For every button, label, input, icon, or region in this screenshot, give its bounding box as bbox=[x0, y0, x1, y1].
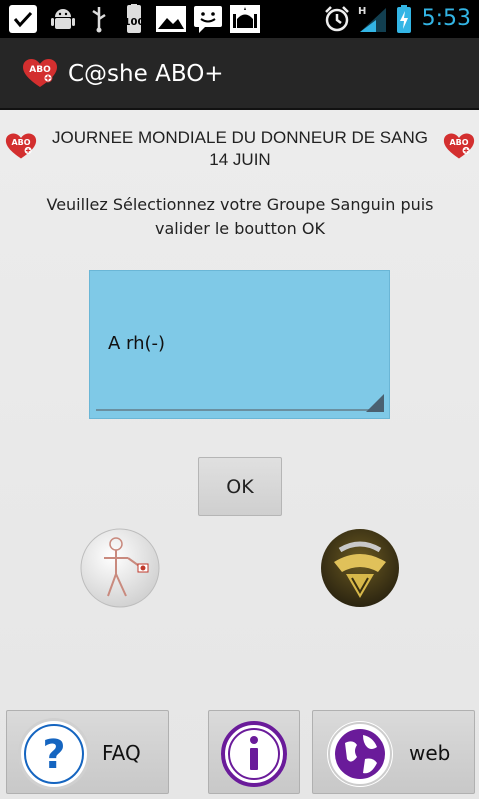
android-debug-icon bbox=[48, 4, 78, 34]
heart-logo-icon: ABO bbox=[5, 132, 37, 160]
logo-text-left: ABO bbox=[11, 138, 30, 147]
battery-100-icon: 100 bbox=[118, 4, 150, 34]
spinner-selected-value: A rh(-) bbox=[108, 333, 166, 354]
logo-text: ABO bbox=[29, 65, 51, 75]
question-icon: ? bbox=[21, 721, 87, 787]
heart-logo-icon: ABO bbox=[443, 132, 475, 160]
web-button[interactable]: web bbox=[312, 710, 475, 794]
battery-charging-icon bbox=[394, 4, 414, 34]
dropdown-arrow-icon bbox=[366, 394, 384, 412]
status-bar: 100 H 5:53 bbox=[0, 0, 479, 38]
svg-text:?: ? bbox=[42, 732, 65, 778]
logo-text-right: ABO bbox=[449, 138, 468, 147]
check-icon bbox=[6, 4, 40, 34]
donor-figure-image[interactable] bbox=[80, 528, 160, 608]
app-logo-icon[interactable]: ABO bbox=[22, 58, 58, 88]
app-title: C@she ABO+ bbox=[68, 61, 224, 87]
action-bar: ABO C@she ABO+ bbox=[0, 38, 479, 110]
mosque-icon bbox=[228, 4, 262, 34]
battery-level-text: 100 bbox=[124, 17, 145, 28]
ok-button[interactable]: OK bbox=[198, 457, 282, 516]
clock-time: 5:53 bbox=[421, 6, 471, 31]
signal-icon: H bbox=[356, 4, 390, 34]
gallery-icon bbox=[154, 4, 188, 34]
main-content: ABO ABO JOURNEE MONDIALE DU DONNEUR DE S… bbox=[0, 110, 479, 799]
info-icon bbox=[221, 721, 287, 787]
faq-label: FAQ bbox=[102, 741, 141, 765]
chat-icon bbox=[192, 4, 224, 34]
blood-group-spinner[interactable]: A rh(-) bbox=[89, 270, 390, 419]
network-type-text: H bbox=[358, 6, 366, 17]
instruction-text: Veuillez Sélectionnez votre Groupe Sangu… bbox=[46, 195, 434, 238]
faq-button[interactable]: ? FAQ bbox=[6, 710, 169, 794]
headline-text: JOURNEE MONDIALE DU DONNEUR DE SANG 14 J… bbox=[52, 128, 428, 169]
alarm-icon bbox=[322, 4, 352, 34]
globe-icon bbox=[327, 721, 393, 787]
emblem-image[interactable] bbox=[320, 528, 400, 608]
usb-icon bbox=[86, 4, 112, 34]
info-button[interactable] bbox=[208, 710, 300, 794]
web-label: web bbox=[409, 741, 451, 765]
spinner-underline bbox=[96, 409, 383, 411]
